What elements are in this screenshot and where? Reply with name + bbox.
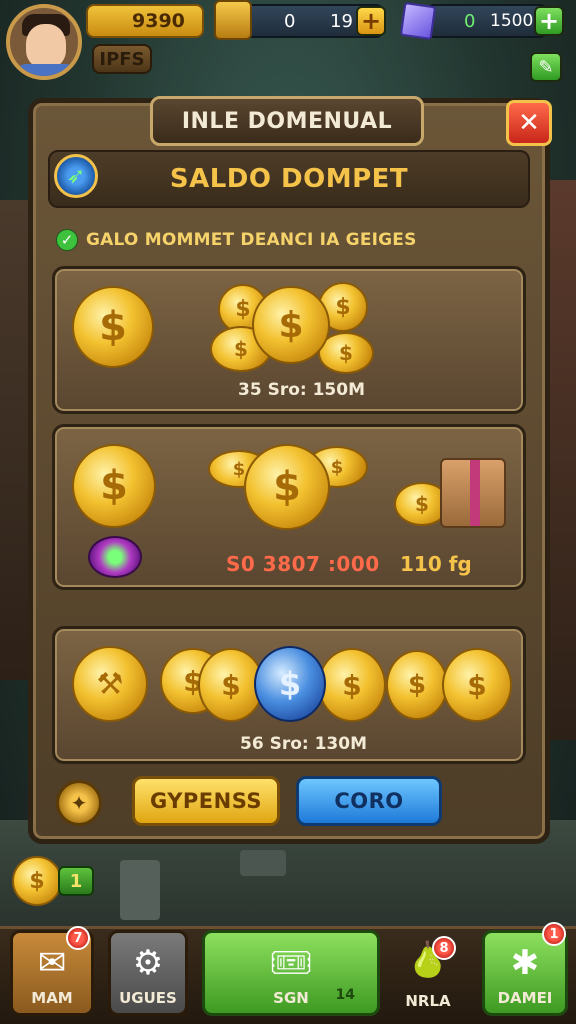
coin-pack-amount-2: S0 3807 :000 <box>226 552 380 576</box>
nav-games-label: DAMEI <box>497 989 553 1007</box>
avatar-shirt <box>16 64 76 76</box>
panel-subtitle: SALDO DOMPET <box>169 164 409 194</box>
secondary-action-button[interactable]: CORO <box>296 776 442 826</box>
gift-box-icon <box>440 458 506 528</box>
player-avatar[interactable] <box>6 4 82 80</box>
info-text: GALO MOMMET DEANCI IA GEIGES <box>86 230 417 250</box>
close-button[interactable]: ✕ <box>506 100 552 146</box>
coin-icon: $ <box>72 444 156 528</box>
coin-pack-label-1: 35 Sro: 150M <box>238 380 366 400</box>
nav-shop-count: 14 <box>335 987 355 1003</box>
puzzle-icon: ✱ <box>510 943 540 983</box>
chest-icon <box>214 0 252 40</box>
level-label: IPFS <box>99 48 145 70</box>
primary-action-button[interactable]: GYPENSS <box>132 776 280 826</box>
top-bar: 9390 IPFS 0 19 + 0 1500B + ✎ <box>0 0 576 90</box>
gold-counter[interactable]: 9390 <box>86 4 204 38</box>
blue-coin-icon: $ <box>254 646 326 722</box>
stone <box>240 850 286 876</box>
gold-value: 9390 <box>132 10 185 32</box>
coin-icon: $ <box>252 286 330 364</box>
panel-subheader: SALDO DOMPET <box>48 150 530 208</box>
ticket-icon: 🎟 <box>269 943 313 983</box>
nav-shop[interactable]: 🎟 SGN 14 <box>202 930 380 1016</box>
settings-wrench-icon[interactable]: ✎ <box>530 52 562 82</box>
chest-value-2: 19 <box>330 10 353 32</box>
coin-icon: $ <box>244 444 330 530</box>
nav-guild[interactable]: ⚙ UGUES <box>108 930 188 1016</box>
nav-guild-label: UGUES <box>119 989 177 1007</box>
coin-pack-side-amount-2: 110 fg <box>400 552 472 576</box>
ring-icon <box>88 536 142 578</box>
nav-mail-label: MAM <box>31 989 73 1007</box>
add-gem-button[interactable]: + <box>534 6 564 36</box>
coin-count-badge: 1 <box>58 866 94 896</box>
magic-wand-icon[interactable]: ✦ <box>56 780 102 826</box>
avatar-face <box>26 24 66 68</box>
gem-counter[interactable]: 0 1500B <box>426 4 548 38</box>
nav-nrla-label: NRLA <box>405 992 451 1010</box>
chest-value-1: 0 <box>284 10 296 32</box>
panel-title: INLE DOMENUAL <box>150 96 424 146</box>
stone <box>120 860 160 920</box>
gem-icon <box>399 1 437 41</box>
games-notification-badge: 1 <box>542 922 566 946</box>
coin-pack-label-3: 56 Sro: 130M <box>240 734 368 754</box>
add-chest-button[interactable]: + <box>356 6 386 36</box>
hammer-coin-icon: ⚒ <box>72 646 148 722</box>
coin-icon: $ <box>72 286 154 368</box>
compass-icon[interactable]: ➶ <box>54 154 98 198</box>
coin-icon: $ <box>12 856 62 906</box>
gear-icon: ⚙ <box>132 943 164 983</box>
coin-icon: $ <box>386 650 448 720</box>
mail-notification-badge: 7 <box>66 926 90 950</box>
coin-icon: $ <box>442 648 512 722</box>
check-icon: ✓ <box>56 229 78 251</box>
level-badge: IPFS <box>92 44 152 74</box>
nrla-notification-badge: 8 <box>432 936 456 960</box>
nav-shop-label: SGN <box>273 989 309 1007</box>
info-line: ✓ GALO MOMMET DEANCI IA GEIGES <box>56 226 526 254</box>
mail-icon: ✉ <box>37 943 67 983</box>
gem-value-1: 0 <box>464 10 476 32</box>
coin-icon: $ <box>318 648 386 722</box>
